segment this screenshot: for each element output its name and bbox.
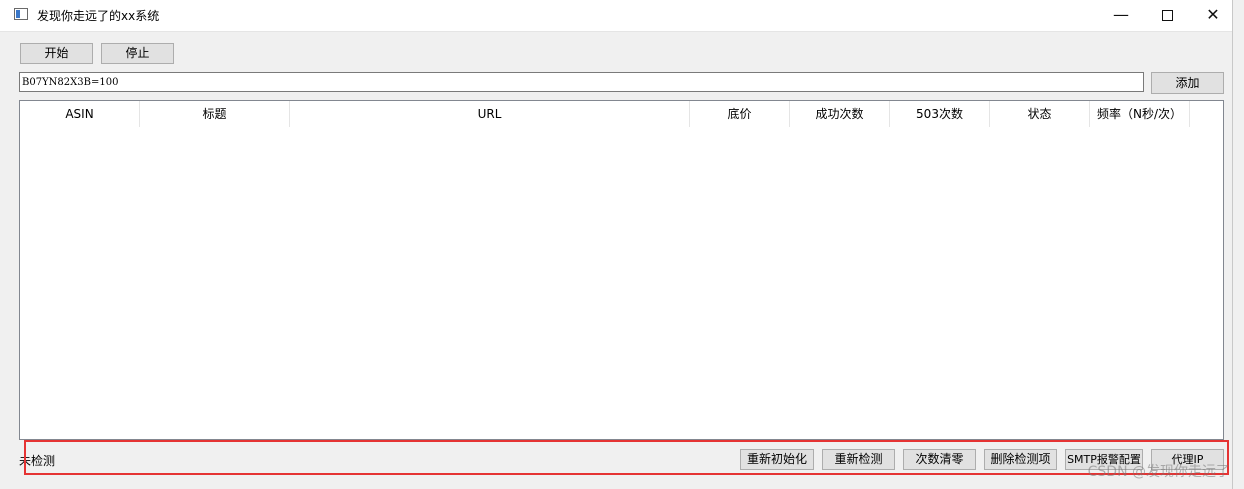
delete-check-item-button[interactable]: 删除检测项 — [984, 449, 1057, 470]
column-header-base-price[interactable]: 底价 — [690, 101, 790, 127]
maximize-icon — [1161, 10, 1173, 21]
add-button[interactable]: 添加 — [1151, 72, 1224, 94]
table-header: ASIN 标题 URL 底价 成功次数 503次数 状态 频率（N秒/次） — [20, 101, 1190, 127]
asin-input[interactable] — [19, 72, 1144, 92]
recheck-button[interactable]: 重新检测 — [822, 449, 895, 470]
app-window-icon — [14, 8, 28, 20]
monitor-table[interactable]: ASIN 标题 URL 底价 成功次数 503次数 状态 频率（N秒/次） — [19, 100, 1224, 440]
watermark: CSDN @发现你走远了 — [1087, 464, 1230, 480]
start-button[interactable]: 开始 — [20, 43, 93, 64]
column-header-title[interactable]: 标题 — [140, 101, 290, 127]
column-header-status[interactable]: 状态 — [990, 101, 1090, 127]
title-bar[interactable]: 发现你走远了的xx系统 — ✕ — [0, 0, 1232, 32]
column-header-success-count[interactable]: 成功次数 — [790, 101, 890, 127]
reset-count-button[interactable]: 次数清零 — [903, 449, 976, 470]
minimize-icon: — — [1113, 5, 1129, 24]
column-header-url[interactable]: URL — [290, 101, 690, 127]
reinitialize-button[interactable]: 重新初始化 — [740, 449, 814, 470]
maximize-button[interactable] — [1144, 0, 1190, 31]
status-label: 未检测 — [19, 454, 56, 468]
column-header-503-count[interactable]: 503次数 — [890, 101, 990, 127]
close-button[interactable]: ✕ — [1190, 0, 1236, 31]
window-title: 发现你走远了的xx系统 — [37, 9, 160, 23]
close-icon: ✕ — [1206, 5, 1220, 24]
stop-button[interactable]: 停止 — [101, 43, 174, 64]
main-window: 发现你走远了的xx系统 — ✕ 开始 停止 添加 ASIN 标题 URL 底价 … — [0, 0, 1233, 489]
column-header-asin[interactable]: ASIN — [20, 101, 140, 127]
minimize-button[interactable]: — — [1098, 0, 1144, 31]
column-header-frequency[interactable]: 频率（N秒/次） — [1090, 101, 1190, 127]
